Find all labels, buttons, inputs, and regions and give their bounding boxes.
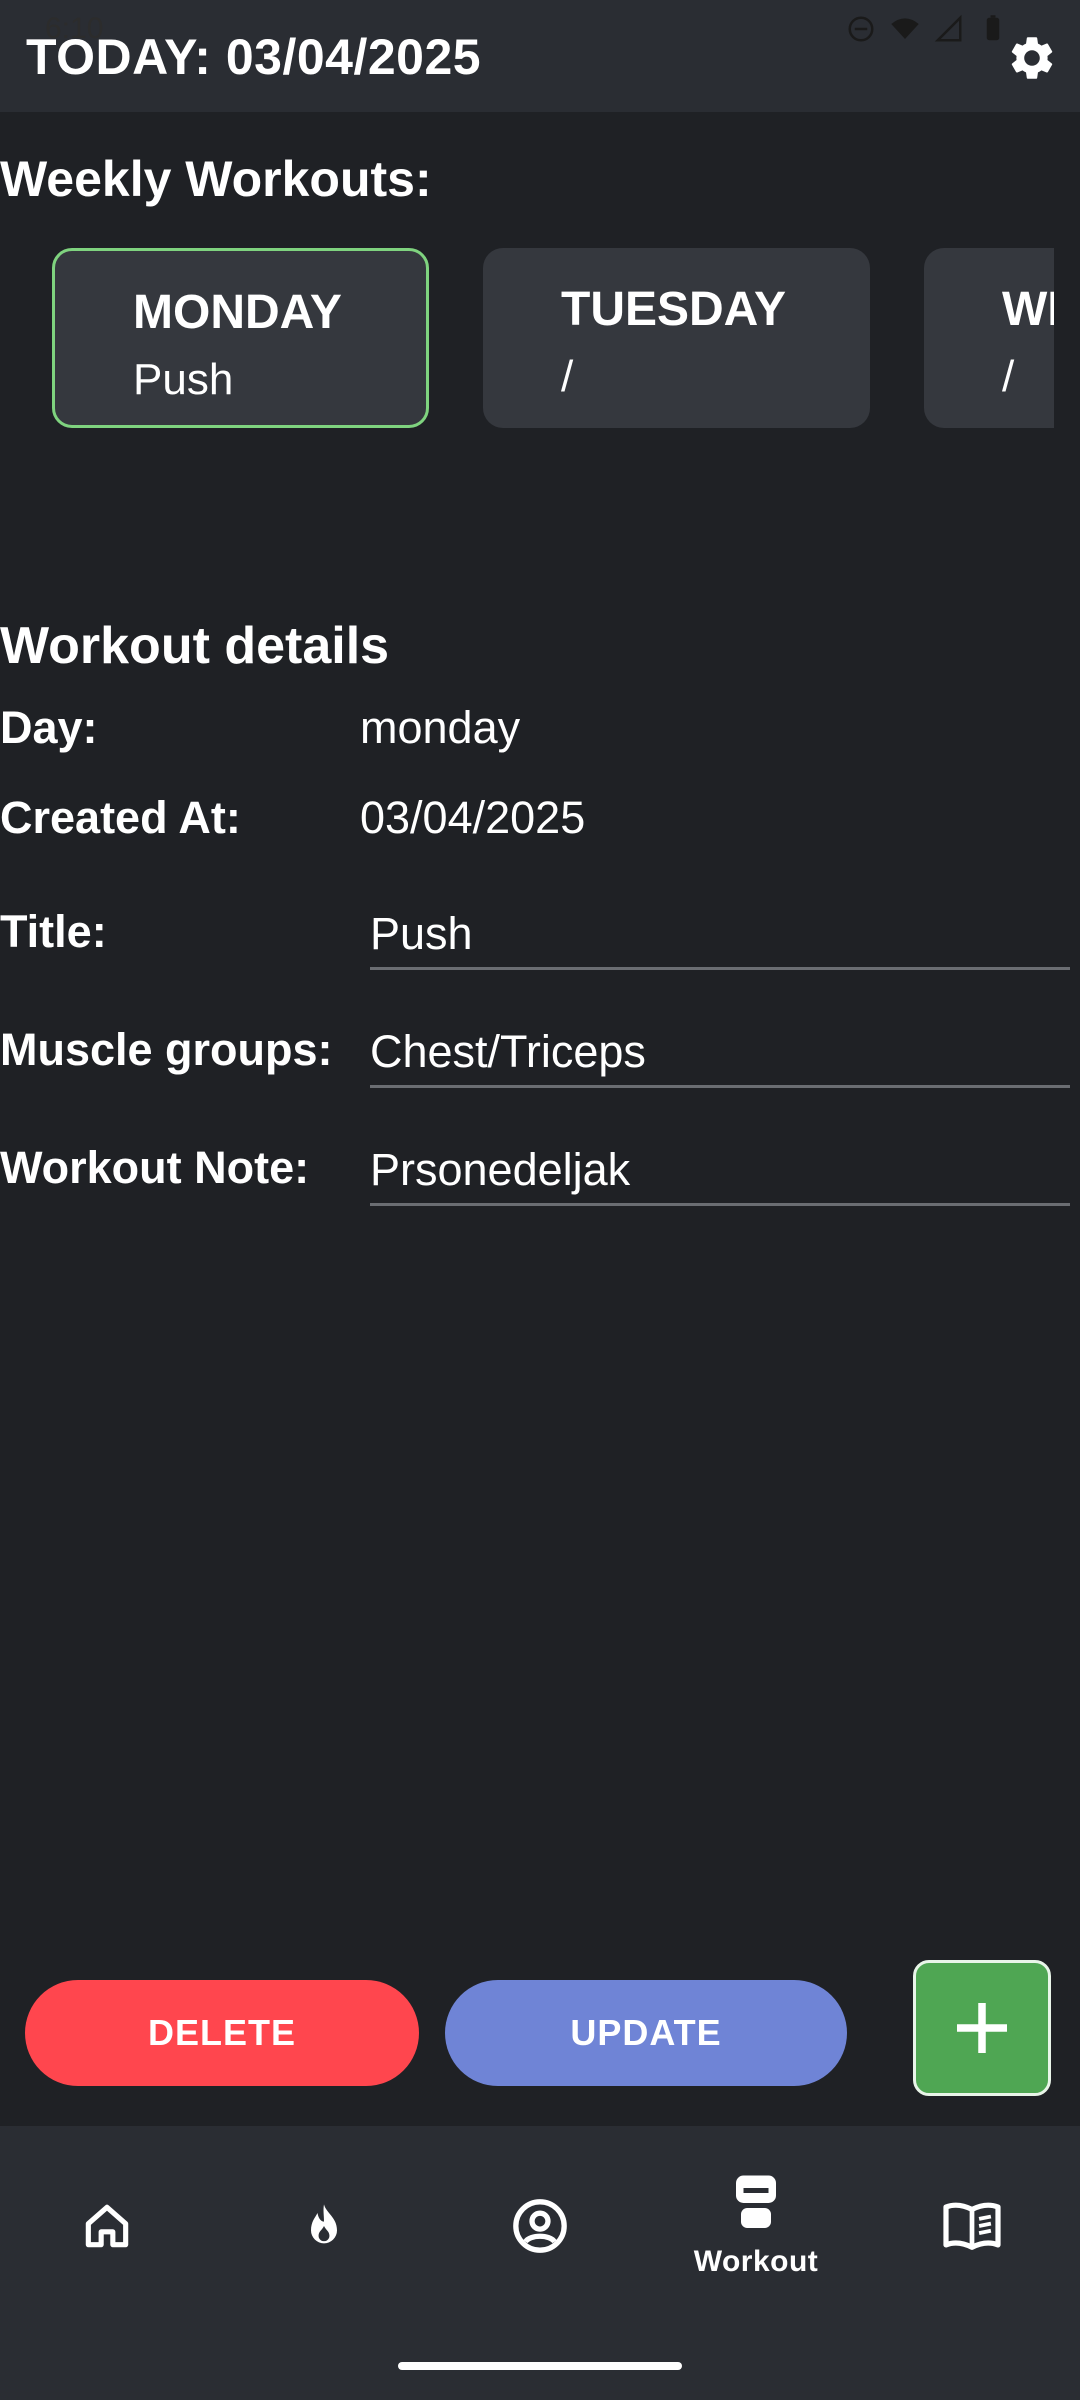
update-button[interactable]: UPDATE [445,1980,847,2086]
home-indicator[interactable] [398,2362,682,2370]
profile-icon [513,2199,567,2253]
signal-icon [934,14,962,42]
bottom-navigation: Workout [0,2126,1080,2400]
top-header: 6:10 TODAY: 03/04/2025 [0,0,1080,112]
gear-icon [1011,37,1053,79]
day-card-workout: / [561,352,574,401]
day-card-name: WI [1002,283,1054,336]
app-screen: 6:10 TODAY: 03/04/2025 Weekly Workouts: … [0,0,1080,2400]
day-card-name: TUESDAY [561,283,786,336]
workout-details-heading: Workout details [0,617,390,675]
workout-icon [736,2175,776,2228]
day-value: monday [360,702,521,753]
status-icons [846,14,1008,44]
workout-note-label: Workout Note: [0,1142,310,1193]
title-input[interactable] [370,900,1070,970]
muscle-groups-label: Muscle groups: [0,1024,333,1075]
nav-item-home[interactable] [17,2126,197,2326]
workout-note-input[interactable] [370,1136,1070,1206]
nav-item-label: Workout [693,2245,819,2278]
day-card-workout: Push [133,355,234,404]
today-title: TODAY: 03/04/2025 [26,29,482,85]
day-card-wednesday[interactable]: WI / [924,248,1054,428]
home-icon [85,2204,129,2248]
muscle-groups-input[interactable] [370,1018,1070,1088]
day-card-workout: / [1002,352,1015,401]
weekly-days-carousel[interactable]: MONDAY Push TUESDAY / WI / [0,246,1054,432]
title-label: Title: [0,906,107,957]
wifi-icon [891,18,919,39]
do-not-disturb-icon [848,16,874,42]
created-at-label: Created At: [0,792,241,843]
nav-item-library[interactable] [882,2126,1062,2326]
add-workout-button[interactable] [913,1960,1051,2096]
nav-item-profile[interactable] [450,2126,630,2326]
book-icon [943,2202,1001,2250]
flame-icon [311,2204,337,2244]
weekly-workouts-heading: Weekly Workouts: [0,151,432,207]
nav-item-workout[interactable]: Workout [666,2126,846,2326]
day-label: Day: [0,702,98,753]
day-card-tuesday[interactable]: TUESDAY / [483,248,870,428]
created-at-value: 03/04/2025 [360,792,586,843]
day-card-monday[interactable]: MONDAY Push [52,248,429,428]
plus-icon [957,2003,1007,2053]
nav-item-streak[interactable] [234,2126,414,2326]
day-card-name: MONDAY [133,286,342,339]
delete-button[interactable]: DELETE [25,1980,419,2086]
settings-button[interactable] [1004,30,1060,86]
